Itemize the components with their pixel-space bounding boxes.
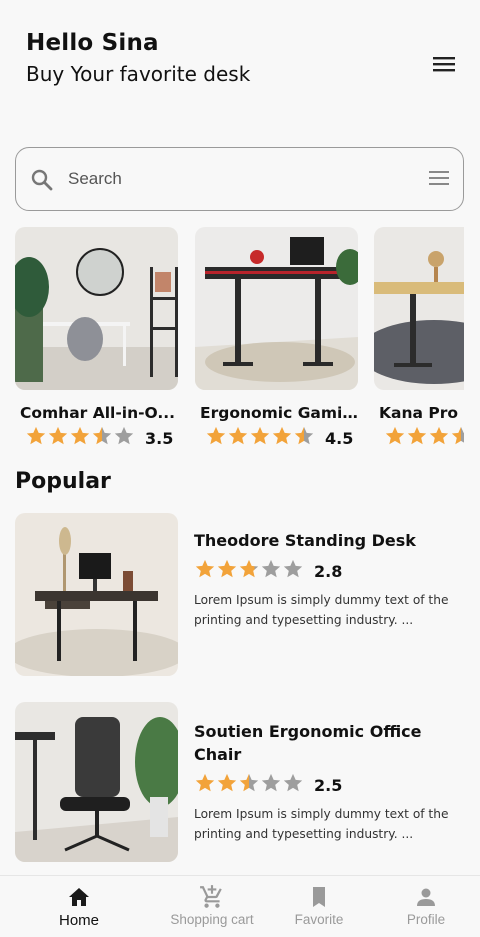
product-name: Kana Pro Be [379,404,464,422]
header: Hello Sina Buy Your favorite desk [26,30,456,100]
star-icon [48,426,68,445]
star-rating [205,425,315,451]
star-icon [250,426,270,445]
featured-card[interactable]: Ergonomic Gamin... 4.5 [195,227,360,451]
star-icon [407,426,427,445]
product-image [15,227,178,390]
star-icon [283,559,303,578]
product-image [374,227,464,390]
product-image [195,227,358,390]
search-icon [31,169,53,191]
bookmark-icon [313,887,325,907]
star-icon [228,426,248,445]
rating-row: 3.5 [25,425,178,451]
star-icon [272,426,292,445]
rating-row: 2.8 [194,558,449,584]
hamburger-icon [433,57,455,72]
greeting: Hello Sina [26,30,159,56]
filter-icon[interactable] [429,170,449,186]
star-icon [261,773,281,792]
product-image [15,513,178,676]
star-rating [194,772,304,798]
star-icon [451,426,464,445]
rating-value: 2.5 [314,775,343,795]
star-icon [114,426,134,445]
product-image [15,702,178,862]
star-icon [195,559,215,578]
star-icon [92,426,112,445]
rating-value: 2.8 [314,561,343,581]
rating-value: 3.5 [145,428,174,448]
star-icon [294,426,314,445]
product-name: Ergonomic Gamin... [200,404,360,422]
star-rating [25,425,135,451]
cart-icon [200,885,222,908]
star-icon [206,426,226,445]
section-title-popular: Popular [15,469,111,494]
popular-item[interactable]: Soutien Ergonomic Office Chair 2.5 Lorem… [15,702,455,867]
popular-item-body: Soutien Ergonomic Office Chair 2.5 Lorem… [194,720,449,844]
product-name: Soutien Ergonomic Office Chair [194,722,422,764]
bottom-navigation: Home Shopping cart Favorite Profile [0,875,480,937]
search-input[interactable] [68,162,408,196]
star-rating [384,425,464,451]
star-icon [429,426,449,445]
nav-label: Favorite [294,912,344,927]
nav-favorite[interactable]: Favorite [259,884,379,927]
star-icon [70,426,90,445]
product-name: Theodore Standing Desk [194,531,416,550]
nav-label: Profile [406,912,446,927]
star-rating [194,558,304,584]
star-icon [217,559,237,578]
star-icon [239,773,259,792]
nav-home[interactable]: Home [19,884,139,929]
product-description: Lorem Ipsum is simply dummy text of the … [194,807,449,841]
featured-card[interactable]: Comhar All-in-O... 3.5 [15,227,178,451]
featured-list[interactable]: Comhar All-in-O... 3.5 Ergonomic Gamin..… [15,227,464,452]
star-icon [195,773,215,792]
nav-profile[interactable]: Profile [366,884,480,927]
star-icon [239,559,259,578]
product-description: Lorem Ipsum is simply dummy text of the … [194,593,449,627]
home-icon [69,888,89,906]
search-bar [15,147,464,211]
popular-item-body: Theodore Standing Desk 2.8 Lorem Ipsum i… [194,529,449,630]
featured-card[interactable]: Kana Pro Be [374,227,464,451]
nav-label: Home [58,912,99,929]
star-icon [283,773,303,792]
nav-shopping-cart[interactable]: Shopping cart [152,884,272,927]
star-icon [385,426,405,445]
rating-row: 4.5 [205,425,358,451]
star-icon [26,426,46,445]
star-icon [261,559,281,578]
rating-row [384,425,464,451]
person-icon [417,888,435,906]
rating-value: 4.5 [325,428,354,448]
rating-row: 2.5 [194,772,449,798]
subtitle: Buy Your favorite desk [26,62,251,86]
star-icon [217,773,237,792]
product-name: Comhar All-in-O... [20,404,176,422]
popular-item[interactable]: Theodore Standing Desk 2.8 Lorem Ipsum i… [15,513,455,683]
menu-button[interactable] [432,52,456,76]
nav-label: Shopping cart [170,912,254,927]
